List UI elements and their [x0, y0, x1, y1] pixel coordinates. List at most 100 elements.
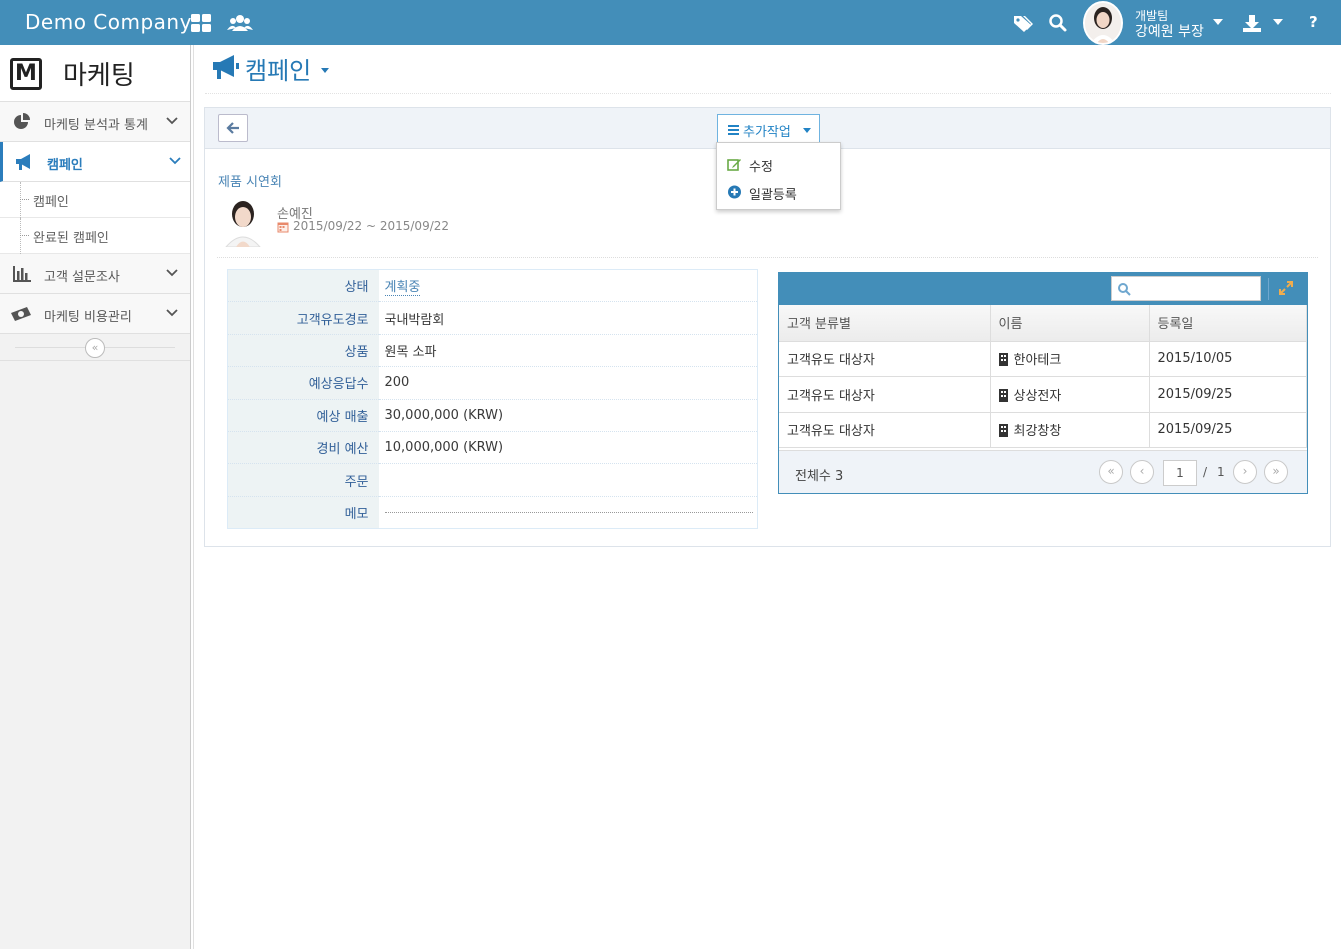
cell-category: 고객유도 대상자 — [779, 341, 991, 377]
plus-circle-icon — [728, 185, 741, 199]
logo-text: 마케팅 — [63, 61, 135, 91]
logo-mark: M — [10, 58, 42, 90]
tags-icon[interactable] — [1012, 12, 1034, 34]
column-header-date[interactable]: 등록일 — [1149, 305, 1307, 342]
detail-value: 원목 소파 — [378, 333, 758, 367]
cell-name[interactable]: 상상전자 — [990, 376, 1150, 413]
building-icon — [998, 424, 1008, 438]
sidebar-subitem-label: 완료된 캠페인 — [33, 231, 109, 246]
column-header-category[interactable]: 고객 분류별 — [779, 305, 991, 342]
page-number-input[interactable]: 1 — [1163, 460, 1197, 486]
cell-date: 2015/09/25 — [1149, 412, 1307, 448]
detail-value — [378, 495, 758, 529]
sidebar-collapse-button[interactable]: « — [85, 338, 105, 358]
sidebar-item-label: 캠페인 — [47, 158, 83, 173]
campaign-detail-table: 상태 계획중 고객유도경로 국내박람회 상품 원목 소파 예상응답수 200 예… — [227, 268, 758, 530]
back-button[interactable] — [218, 114, 248, 142]
search-icon — [1118, 283, 1131, 296]
detail-value: 30,000,000 (KRW) — [378, 398, 758, 432]
sidebar-collapse-row: « — [0, 334, 190, 361]
detail-key: 경비 예산 — [227, 430, 379, 464]
building-icon — [998, 388, 1008, 402]
detail-key: 주문 — [227, 463, 379, 497]
menu-item-label: 수정 — [749, 160, 773, 175]
page-title-text: 캠페인 — [245, 57, 312, 85]
edit-icon — [727, 159, 741, 171]
memo-value — [384, 511, 753, 513]
detail-key: 고객유도경로 — [227, 301, 379, 335]
grid-search-input[interactable] — [1111, 276, 1261, 301]
chevron-down-icon — [169, 157, 181, 165]
sidebar-subitem-campaign[interactable]: 캠페인 — [0, 182, 190, 218]
apps-grid-icon[interactable] — [190, 12, 212, 34]
pager-next-button[interactable]: › — [1233, 460, 1257, 484]
detail-value — [378, 463, 758, 497]
user-menu[interactable]: 개발팀 강예원 부장 — [1083, 0, 1233, 45]
tree-line — [20, 182, 21, 218]
table-row[interactable]: 고객유도 대상자 상상전자 2015/09/25 — [779, 376, 1307, 413]
detail-value: 국내박람회 — [378, 301, 758, 335]
brand-name[interactable]: Demo Company — [25, 10, 192, 34]
grid-header-row: 고객 분류별 이름 등록일 — [779, 305, 1307, 342]
download-caret-icon[interactable] — [1273, 19, 1283, 25]
download-icon[interactable] — [1242, 12, 1262, 34]
detail-row-budget: 경비 예산 10,000,000 (KRW) — [227, 430, 758, 464]
more-actions-button[interactable]: 추가작업 — [717, 114, 820, 143]
cell-name[interactable]: 한아테크 — [990, 341, 1150, 377]
caret-down-icon — [321, 68, 329, 73]
chevron-down-icon — [166, 309, 178, 317]
pager-last-button[interactable]: » — [1264, 460, 1288, 484]
table-row[interactable]: 고객유도 대상자 최강창창 2015/09/25 — [779, 412, 1307, 448]
cell-category: 고객유도 대상자 — [779, 376, 991, 413]
column-header-name[interactable]: 이름 — [990, 305, 1150, 342]
detail-key: 메모 — [227, 495, 379, 529]
sidebar-item-label: 마케팅 비용관리 — [44, 310, 132, 325]
help-icon[interactable]: ? — [1309, 13, 1318, 31]
tree-line — [20, 218, 21, 254]
bar-chart-icon — [13, 266, 31, 282]
sidebar-item-label: 마케팅 분석과 통계 — [44, 118, 148, 133]
detail-value: 200 — [378, 366, 758, 400]
detail-row-expected-responses: 예상응답수 200 — [227, 366, 758, 400]
app-logo: M 마케팅 — [0, 45, 190, 102]
detail-row-order: 주문 — [227, 463, 758, 497]
sidebar-item-marketing-cost[interactable]: 마케팅 비용관리 — [0, 294, 190, 334]
company-name[interactable]: 한아테크 — [1014, 353, 1062, 368]
pager-prev-button[interactable]: ‹ — [1130, 460, 1154, 484]
sidebar-item-campaign[interactable]: 캠페인 — [0, 142, 190, 182]
company-name[interactable]: 상상전자 — [1014, 389, 1062, 404]
company-name[interactable]: 최강창창 — [1014, 424, 1062, 439]
expand-icon[interactable] — [1278, 280, 1294, 296]
target-customer-grid: 고객 분류별 이름 등록일 고객유도 대상자 한아테크 2015/10/05 고… — [778, 272, 1308, 494]
pie-chart-icon — [14, 113, 30, 129]
table-row[interactable]: 고객유도 대상자 한아테크 2015/10/05 — [779, 341, 1307, 377]
cell-category: 고객유도 대상자 — [779, 412, 991, 448]
calendar-icon — [277, 222, 289, 233]
sidebar-subitem-completed-campaign[interactable]: 완료된 캠페인 — [0, 218, 190, 254]
menu-icon — [728, 125, 739, 137]
sidebar-item-customer-survey[interactable]: 고객 설문조사 — [0, 254, 190, 294]
cell-name[interactable]: 최강창창 — [990, 412, 1150, 448]
cell-date: 2015/10/05 — [1149, 341, 1307, 377]
pager-first-button[interactable]: « — [1099, 460, 1123, 484]
detail-key: 상품 — [227, 333, 379, 367]
campaign-date-range: 2015/09/22 ~ 2015/09/22 — [293, 219, 450, 233]
building-icon — [998, 353, 1008, 367]
megaphone-icon — [16, 154, 30, 170]
status-link[interactable]: 계획중 — [384, 280, 421, 297]
caret-down-icon — [803, 128, 811, 133]
menu-item-label: 일괄등록 — [749, 188, 797, 203]
users-icon[interactable] — [227, 12, 253, 34]
detail-row-memo: 메모 — [227, 495, 758, 529]
user-name: 강예원 부장 — [1135, 24, 1204, 40]
grid-pager: 전체수 3 « ‹ 1 / 1 › » — [779, 450, 1307, 493]
cell-date: 2015/09/25 — [1149, 376, 1307, 413]
more-actions-dropdown: 수정 일괄등록 — [716, 142, 841, 210]
page-separator: / — [1203, 465, 1208, 479]
info-divider — [217, 257, 1318, 258]
search-icon[interactable] — [1047, 12, 1069, 34]
sidebar-item-marketing-analytics[interactable]: 마케팅 분석과 통계 — [0, 102, 190, 142]
detail-row-lead-source: 고객유도경로 국내박람회 — [227, 301, 758, 335]
user-caret-icon[interactable] — [1213, 19, 1223, 25]
detail-value[interactable]: 계획중 — [378, 268, 758, 302]
